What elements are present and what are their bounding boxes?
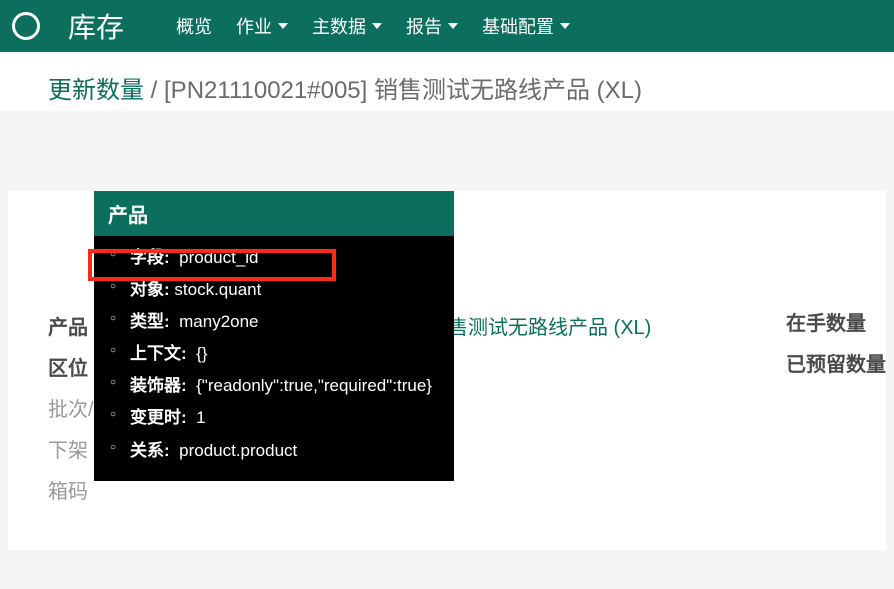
top-navbar: 库存 概览 作业 主数据 报告 基础配置 [0, 0, 894, 52]
form-label-reserved: 已预留数量 [786, 342, 886, 383]
tooltip-row-label: 字段: [130, 248, 170, 267]
tooltip-row-relation: 关系: product.product [110, 435, 454, 467]
nav-reports-label: 报告 [406, 13, 442, 39]
tooltip-row-value: {} [196, 344, 207, 363]
tooltip-row-value: product_id [179, 248, 258, 267]
form-label-onhand: 在手数量 [786, 301, 886, 342]
nav-configuration[interactable]: 基础配置 [470, 13, 582, 39]
tooltip-row-modifiers: 装饰器: {"readonly":true,"required":true} [110, 370, 454, 402]
breadcrumb-current: [PN21110021#005] 销售测试无路线产品 (XL) [164, 77, 642, 104]
tooltip-row-field: 字段: product_id [110, 242, 454, 274]
tooltip-row-object: 对象: stock.quant [110, 274, 454, 306]
tooltip-row-onchange: 变更时: 1 [110, 402, 454, 434]
tooltip-row-label: 类型: [130, 312, 170, 331]
tooltip-row-value: product.product [179, 441, 297, 460]
breadcrumb-bar: 更新数量 / [PN21110021#005] 销售测试无路线产品 (XL) [0, 52, 894, 111]
breadcrumb-link-update-qty[interactable]: 更新数量 [48, 77, 144, 104]
tooltip-row-value: {"readonly":true,"required":true} [196, 376, 432, 395]
tooltip-list: 字段: product_id 对象: stock.quant 类型: many2… [94, 236, 454, 467]
tooltip-row-value: 1 [196, 408, 205, 427]
chevron-down-icon [448, 23, 458, 29]
nav-overview[interactable]: 概览 [164, 13, 224, 39]
nav-operations-label: 作业 [236, 13, 272, 39]
tooltip-title: 产品 [94, 191, 454, 236]
app-brand[interactable]: 库存 [68, 6, 124, 46]
tooltip-row-label: 上下文: [130, 344, 187, 363]
form-sheet: 产品 字段: product_id 对象: stock.quant 类型: ma… [8, 191, 886, 550]
nav-reports[interactable]: 报告 [394, 13, 470, 39]
tooltip-row-type: 类型: many2one [110, 306, 454, 338]
form-value-product[interactable]: 销售测试无路线产品 (XL) [428, 311, 651, 340]
tooltip-row-value: many2one [179, 312, 258, 331]
logo-icon[interactable] [12, 12, 40, 40]
nav-operations[interactable]: 作业 [224, 13, 300, 39]
content-gap [0, 111, 894, 191]
nav-overview-label: 概览 [176, 13, 212, 39]
field-tooltip: 产品 字段: product_id 对象: stock.quant 类型: ma… [94, 191, 454, 481]
chevron-down-icon [560, 23, 570, 29]
chevron-down-icon [372, 23, 382, 29]
breadcrumb-separator: / [144, 77, 164, 104]
tooltip-row-label: 对象: [130, 280, 170, 299]
nav-master-data[interactable]: 主数据 [300, 13, 394, 39]
nav-configuration-label: 基础配置 [482, 13, 554, 39]
tooltip-row-context: 上下文: {} [110, 338, 454, 370]
tooltip-row-label: 装饰器: [130, 376, 187, 395]
nav-master-data-label: 主数据 [312, 13, 366, 39]
breadcrumb: 更新数量 / [PN21110021#005] 销售测试无路线产品 (XL) [48, 70, 862, 105]
tooltip-row-label: 关系: [130, 441, 170, 460]
form-right-column: 在手数量 已预留数量 [786, 301, 886, 383]
tooltip-row-value: stock.quant [174, 280, 261, 299]
tooltip-row-label: 变更时: [130, 408, 187, 427]
chevron-down-icon [278, 23, 288, 29]
